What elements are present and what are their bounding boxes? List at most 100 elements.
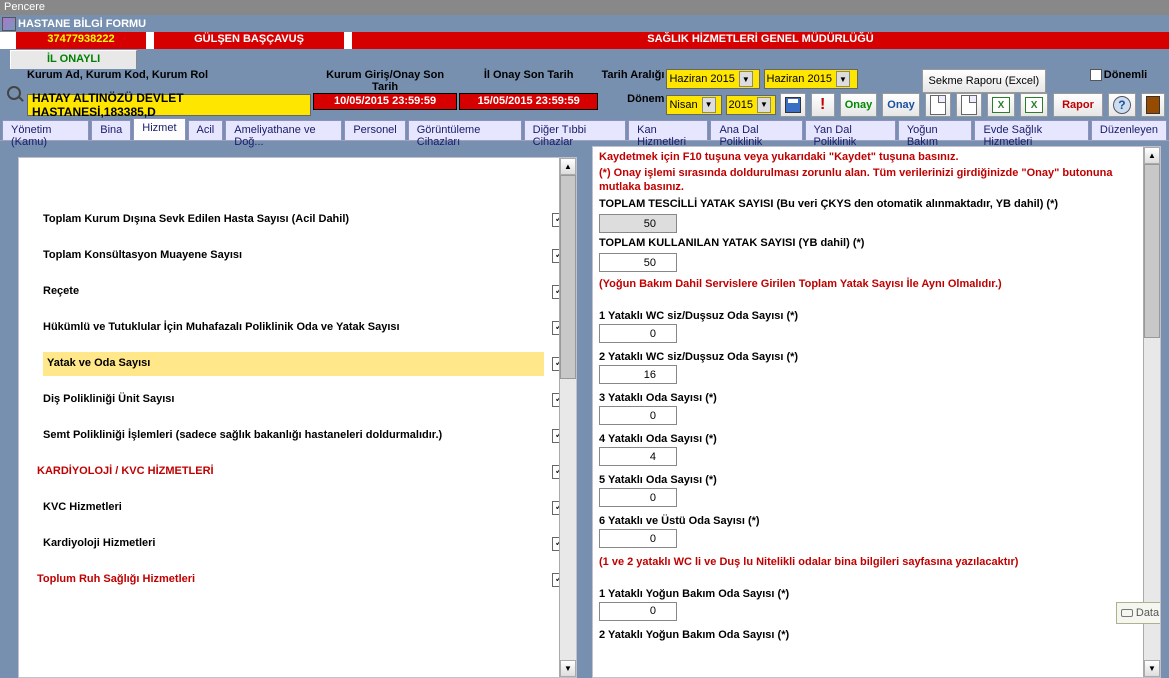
tab-ameliyathane[interactable]: Ameliyathane ve Doğ... xyxy=(225,120,342,140)
exit-button[interactable] xyxy=(1141,93,1165,117)
list-item-label: Reçete xyxy=(43,285,544,298)
f8-label: 2 Yataklı Yoğun Bakım Oda Sayısı (*) xyxy=(599,629,1150,641)
year-value: 2015 xyxy=(729,99,753,111)
range-from-combo[interactable]: Haziran 2015 ▼ xyxy=(666,69,760,89)
f1-field[interactable] xyxy=(599,324,677,343)
range-to-combo[interactable]: Haziran 2015 ▼ xyxy=(764,69,858,89)
excel2-button[interactable]: X xyxy=(1020,93,1048,117)
form-title: HASTANE BİLGİ FORMU xyxy=(18,18,146,30)
list-header-label: Toplum Ruh Sağlığı Hizmetleri xyxy=(37,573,544,586)
tab-yandal[interactable]: Yan Dal Poliklinik xyxy=(805,120,896,140)
f3-label: 3 Yataklı Oda Sayısı (*) xyxy=(599,392,1150,404)
left-list: Toplam Kurum Dışına Sevk Edilen Hasta Sa… xyxy=(19,158,576,598)
f2-field[interactable] xyxy=(599,365,677,384)
scroll-thumb[interactable] xyxy=(560,175,576,379)
list-item-label: Hükümlü ve Tutuklular İçin Muhafazalı Po… xyxy=(43,321,544,334)
onay-green-button[interactable]: Onay xyxy=(840,93,878,117)
ilonay-label: İl Onay Son Tarih xyxy=(459,69,599,81)
tab-personel[interactable]: Personel xyxy=(344,120,405,140)
floppy-icon xyxy=(785,97,801,113)
list-item[interactable]: Hükümlü ve Tutuklular İçin Muhafazalı Po… xyxy=(19,310,576,346)
f3-field[interactable] xyxy=(599,406,677,425)
left-panel: Toplam Kurum Dışına Sevk Edilen Hasta Sa… xyxy=(18,157,577,678)
kurum-search-field[interactable]: HATAY ALTINÖZÜ DEVLET HASTANESİ,183385,D xyxy=(27,94,311,116)
database-icon xyxy=(1121,609,1133,617)
tab-kan[interactable]: Kan Hizmetleri xyxy=(628,120,708,140)
list-item[interactable]: Reçete ✓ xyxy=(19,274,576,310)
month-combo[interactable]: Nisan ▼ xyxy=(666,95,722,115)
info-strip: 37477938222 GÜLŞEN BAŞÇAVUŞ SAĞLIK HİZME… xyxy=(0,32,1169,49)
donemli-label: Dönemli xyxy=(1104,69,1147,81)
status-tab[interactable]: İL ONAYLI xyxy=(10,50,137,69)
f5-label: 5 Yataklı Oda Sayısı (*) xyxy=(599,474,1150,486)
note-1: (Yoğun Bakım Dahil Servislere Girilen To… xyxy=(599,278,1150,292)
institution-code: 37477938222 xyxy=(16,32,146,49)
excel1-button[interactable]: X xyxy=(987,93,1015,117)
scroll-up-icon[interactable]: ▲ xyxy=(560,158,576,175)
note-2: (1 ve 2 yataklı WC li ve Duş lu Nitelikl… xyxy=(599,556,1150,570)
list-item[interactable]: Kardiyoloji Hizmetleri ✓ xyxy=(19,526,576,562)
total-tescilli-label: TOPLAM TESCİLLİ YATAK SAYISI (Bu veri ÇK… xyxy=(599,198,1150,210)
range-to-value: Haziran 2015 xyxy=(767,73,832,85)
year-combo[interactable]: 2015 ▼ xyxy=(726,95,776,115)
f7-label: 1 Yataklı Yoğun Bakım Oda Sayısı (*) xyxy=(599,588,1150,600)
total-kullanilan-field[interactable] xyxy=(599,253,677,272)
onay-blue-button[interactable]: Onay xyxy=(882,93,920,117)
tab-duzenleyen[interactable]: Düzenleyen xyxy=(1091,120,1167,140)
month-value: Nisan xyxy=(669,99,697,111)
right-scrollbar[interactable]: ▲ ▼ xyxy=(1143,147,1160,677)
kurum-onay-date: 10/05/2015 23:59:59 xyxy=(313,93,457,110)
scroll-up-icon[interactable]: ▲ xyxy=(1144,147,1160,164)
f7-field[interactable] xyxy=(599,602,677,621)
list-item[interactable]: KVC Hizmetleri ✓ xyxy=(19,490,576,526)
new-page-button[interactable] xyxy=(956,93,982,117)
tab-diger-tibbi[interactable]: Diğer Tıbbi Cihazlar xyxy=(524,120,627,140)
list-item-selected[interactable]: Yatak ve Oda Sayısı ✓ xyxy=(19,346,576,382)
total-tescilli-field xyxy=(599,214,677,233)
tabstrip: Yönetim (Kamu) Bina Hizmet Acil Ameliyat… xyxy=(0,119,1169,141)
f2-label: 2 Yataklı WC siz/Duşsuz Oda Sayısı (*) xyxy=(599,351,1150,363)
left-scrollbar[interactable]: ▲ ▼ xyxy=(559,158,576,677)
list-item[interactable]: Diş Polikliniği Ünit Sayısı ✓ xyxy=(19,382,576,418)
list-item[interactable]: Toplam Konsültasyon Muayene Sayısı ✓ xyxy=(19,238,576,274)
header-controls: Kurum Ad, Kurum Kod, Kurum Rol Kurum Gir… xyxy=(0,69,1169,119)
save-button[interactable] xyxy=(780,93,806,117)
tab-bina[interactable]: Bina xyxy=(91,120,131,140)
right-content: Kaydetmek için F10 tuşuna veya yukarıdak… xyxy=(593,149,1160,641)
sekme-raporu-button[interactable]: Sekme Raporu (Excel) xyxy=(922,69,1047,93)
org-name: SAĞLIK HİZMETLERİ GENEL MÜDÜRLÜĞÜ xyxy=(352,32,1169,49)
list-item[interactable]: Toplam Kurum Dışına Sevk Edilen Hasta Sa… xyxy=(19,202,576,238)
rapor-button[interactable]: Rapor xyxy=(1053,93,1103,117)
tab-anadal[interactable]: Ana Dal Poliklinik xyxy=(710,120,802,140)
search-icon[interactable] xyxy=(7,86,21,100)
list-item-label: Diş Polikliniği Ünit Sayısı xyxy=(43,393,544,406)
chevron-down-icon: ▼ xyxy=(836,71,850,87)
kurum-onay-label: Kurum Giriş/Onay Son Tarih xyxy=(313,69,457,93)
help-button[interactable]: ? xyxy=(1108,93,1136,117)
f5-field[interactable] xyxy=(599,488,677,507)
f4-label: 4 Yataklı Oda Sayısı (*) xyxy=(599,433,1150,445)
report-icon xyxy=(930,95,946,115)
tab-yonetim[interactable]: Yönetim (Kamu) xyxy=(2,120,89,140)
donem-label: Dönem xyxy=(627,93,664,105)
exclamation-icon: ! xyxy=(820,96,825,114)
right-panel: Kaydetmek için F10 tuşuna veya yukarıdak… xyxy=(592,146,1161,678)
warning-button[interactable]: ! xyxy=(811,93,835,117)
scroll-down-icon[interactable]: ▼ xyxy=(1144,660,1160,677)
f6-field[interactable] xyxy=(599,529,677,548)
tab-acil[interactable]: Acil xyxy=(188,120,224,140)
tab-goruntuleme[interactable]: Görüntüleme Cihazları xyxy=(408,120,522,140)
donemli-checkbox[interactable]: Dönemli xyxy=(1090,69,1147,81)
report-button[interactable] xyxy=(925,93,951,117)
tab-yogunbakim[interactable]: Yoğun Bakım xyxy=(898,120,973,140)
f4-field[interactable] xyxy=(599,447,677,466)
list-item[interactable]: Semt Polikliniği İşlemleri (sadece sağlı… xyxy=(19,418,576,454)
data-tooltip-label: Data xyxy=(1136,607,1159,619)
tab-evde[interactable]: Evde Sağlık Hizmetleri xyxy=(974,120,1088,140)
scroll-down-icon[interactable]: ▼ xyxy=(560,660,576,677)
checkbox-icon xyxy=(1090,69,1102,81)
data-tooltip: Data xyxy=(1116,602,1161,624)
scroll-thumb[interactable] xyxy=(1144,164,1160,338)
tab-hizmet[interactable]: Hizmet xyxy=(133,118,185,140)
question-icon: ? xyxy=(1113,96,1131,114)
